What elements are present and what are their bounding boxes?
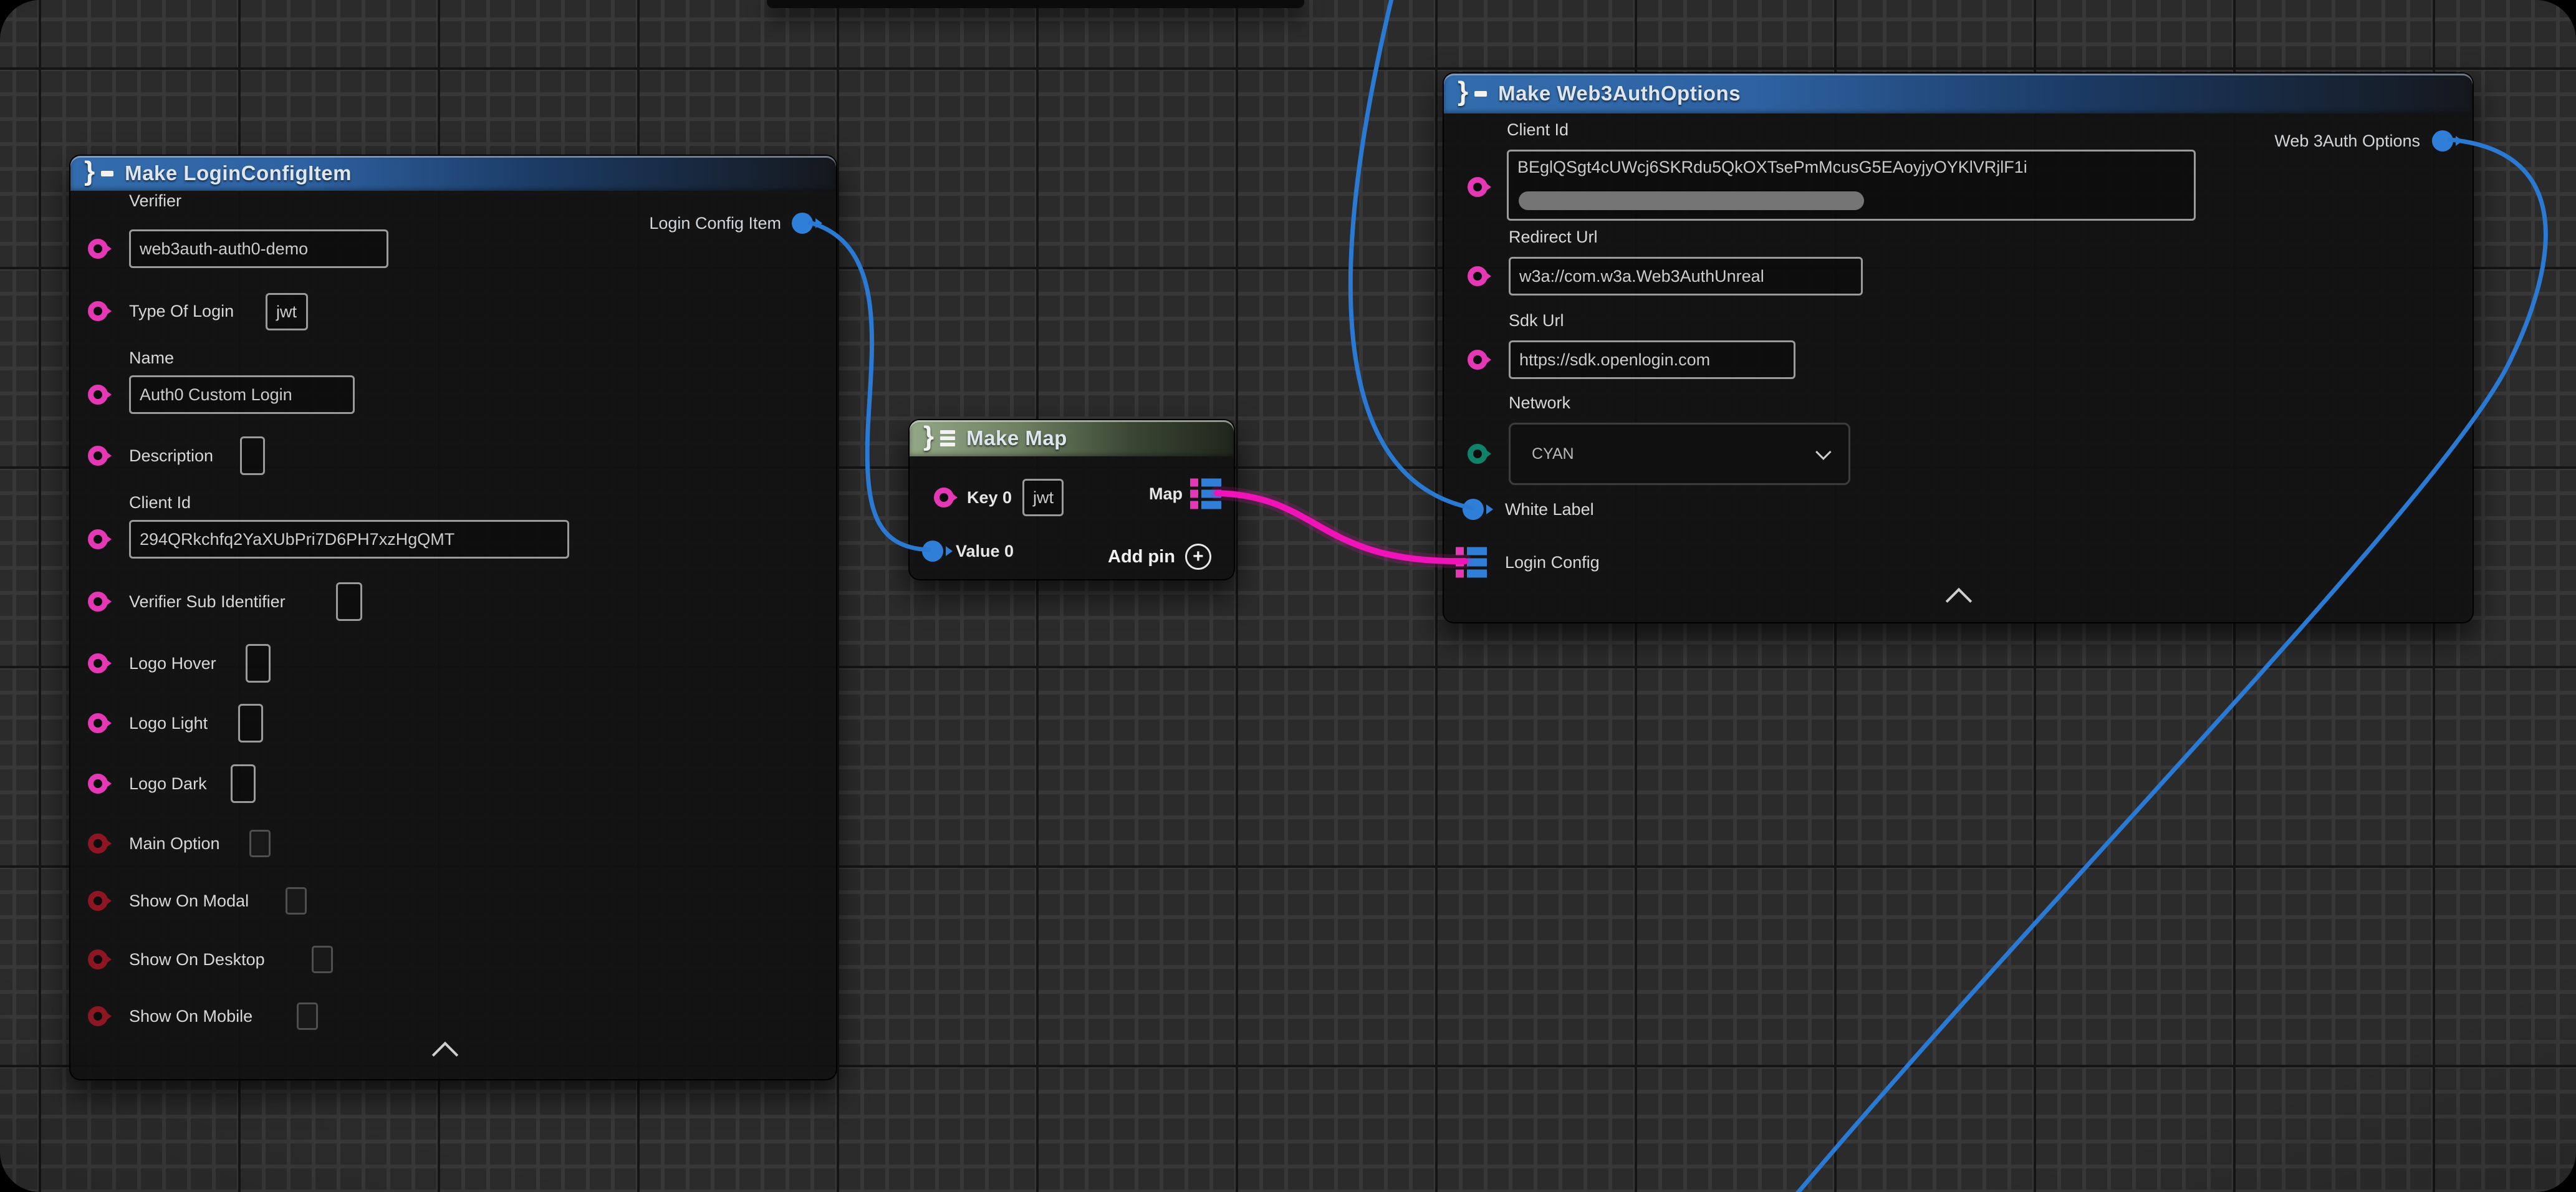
node-header[interactable]: } Make Map — [910, 420, 1234, 456]
name-input[interactable]: Auth0 Custom Login — [129, 375, 355, 414]
bool-pin[interactable] — [88, 891, 108, 911]
pin-label: Client Id — [129, 491, 191, 514]
output-pin-label: Web 3Auth Options — [2274, 130, 2420, 152]
map-output-pin[interactable] — [1190, 479, 1221, 509]
description-input[interactable] — [240, 436, 265, 475]
show-on-desktop-checkbox[interactable] — [312, 946, 333, 973]
node-title: Make Web3AuthOptions — [1498, 82, 1741, 105]
string-pin[interactable] — [88, 239, 108, 259]
offscreen-node-edge — [767, 0, 1304, 8]
network-dropdown[interactable]: CYAN — [1509, 423, 1850, 485]
make-struct-icon — [101, 171, 113, 176]
collapse-node-chevron-icon[interactable] — [432, 1042, 458, 1068]
verifier-input[interactable]: web3auth-auth0-demo — [129, 229, 388, 268]
string-pin[interactable] — [88, 385, 108, 405]
key-0-input[interactable]: jwt — [1022, 479, 1064, 516]
string-pin[interactable] — [1468, 177, 1487, 197]
pin-label: Logo Light — [129, 712, 208, 734]
value-0-pin[interactable] — [922, 541, 943, 562]
wire-map-to-loginconfig[interactable] — [1217, 493, 1465, 561]
node-make-web3authoptions[interactable]: } Make Web3AuthOptions Web 3Auth Options… — [1443, 72, 2474, 623]
string-pin[interactable] — [88, 301, 108, 321]
client-id-input[interactable]: BEglQSgt4cUWcj6SKRdu5QkOXTsePmMcusG5EAoy… — [1507, 150, 2196, 221]
show-on-modal-checkbox[interactable] — [286, 887, 307, 915]
output-pin-label: Map — [1149, 483, 1183, 505]
login-config-item-output-pin[interactable] — [792, 213, 813, 234]
bool-pin[interactable] — [88, 1006, 108, 1026]
pin-label: Name — [129, 347, 174, 369]
string-pin[interactable] — [934, 488, 954, 507]
enum-pin[interactable] — [1468, 444, 1487, 464]
pin-label: Redirect Url — [1509, 226, 1598, 248]
make-map-icon — [940, 430, 955, 446]
type-of-login-input[interactable]: jwt — [266, 293, 308, 330]
string-pin[interactable] — [88, 592, 108, 612]
collapse-node-chevron-icon[interactable] — [1946, 588, 1972, 614]
pin-label: Network — [1509, 392, 1570, 414]
main-option-checkbox[interactable] — [249, 830, 271, 857]
make-struct-icon: } — [1458, 78, 1468, 105]
web3auth-options-output-pin[interactable] — [2432, 130, 2453, 151]
wire-map-to-loginconfig-glow — [1217, 493, 1465, 561]
pin-label: Logo Dark — [129, 772, 207, 795]
blueprint-graph-canvas[interactable]: } Make LoginConfigItem Login Config Item… — [0, 0, 2576, 1192]
string-pin[interactable] — [88, 653, 108, 673]
pin-label: White Label — [1505, 498, 1594, 521]
string-pin[interactable] — [1468, 350, 1487, 370]
output-pin-label: Login Config Item — [649, 212, 781, 234]
pin-label: Show On Modal — [129, 890, 249, 912]
pin-label: Main Option — [129, 832, 220, 855]
show-on-mobile-checkbox[interactable] — [297, 1002, 318, 1030]
node-title: Make LoginConfigItem — [125, 161, 352, 185]
redirect-url-input[interactable]: w3a://com.w3a.Web3AuthUnreal — [1509, 257, 1863, 296]
string-pin[interactable] — [88, 774, 108, 794]
node-make-map[interactable]: } Make Map Key 0 jwt Map Value 0 Add pin… — [908, 419, 1235, 580]
sdk-url-input[interactable]: https://sdk.openlogin.com — [1509, 340, 1795, 379]
node-make-loginconfigitem[interactable]: } Make LoginConfigItem Login Config Item… — [69, 155, 837, 1080]
add-pin-label: Add pin — [1108, 547, 1175, 567]
white-label-pin[interactable] — [1463, 499, 1484, 520]
horizontal-scrollbar[interactable] — [1519, 191, 1864, 210]
logo-dark-input[interactable] — [231, 764, 256, 803]
string-pin[interactable] — [1468, 266, 1487, 286]
pin-label: Verifier Sub Identifier — [129, 590, 286, 613]
pin-label: Value 0 — [956, 540, 1014, 562]
pin-label: Show On Desktop — [129, 948, 265, 971]
logo-light-input[interactable] — [238, 704, 263, 743]
pin-label: Show On Mobile — [129, 1005, 252, 1027]
plus-circle-icon: + — [1185, 544, 1211, 570]
pin-label: Sdk Url — [1509, 309, 1564, 332]
node-header[interactable]: } Make Web3AuthOptions — [1444, 74, 2473, 113]
string-pin[interactable] — [88, 713, 108, 733]
make-struct-icon — [1474, 91, 1487, 97]
add-pin-button[interactable]: Add pin + — [1108, 544, 1211, 570]
logo-hover-input[interactable] — [246, 644, 271, 683]
login-config-map-pin[interactable] — [1456, 547, 1487, 578]
pin-label: Description — [129, 445, 213, 467]
pin-label: Logo Hover — [129, 652, 216, 675]
bool-pin[interactable] — [88, 834, 108, 853]
node-title: Make Map — [966, 426, 1067, 450]
node-header[interactable]: } Make LoginConfigItem — [70, 156, 836, 191]
verifier-sub-identifier-input[interactable] — [336, 582, 362, 621]
client-id-input[interactable]: 294QRkchfq2YaXUbPri7D6PH7xzHgQMT — [129, 520, 569, 559]
client-id-value: BEglQSgt4cUWcj6SKRdu5QkOXTsePmMcusG5EAoy… — [1517, 158, 2190, 177]
network-selected-value: CYAN — [1532, 445, 1574, 463]
pin-label: Client Id — [1507, 118, 1569, 141]
bool-pin[interactable] — [88, 949, 108, 969]
blueprint-editor: } Make LoginConfigItem Login Config Item… — [0, 0, 2576, 1192]
chevron-down-icon — [1815, 444, 1831, 459]
string-pin[interactable] — [88, 529, 108, 549]
pin-label: Type Of Login — [129, 300, 234, 322]
pin-label: Verifier — [129, 190, 181, 212]
string-pin[interactable] — [88, 446, 108, 466]
pin-label: Key 0 — [967, 486, 1012, 509]
make-struct-icon: } — [84, 158, 95, 185]
pin-label: Login Config — [1505, 551, 1600, 574]
make-map-icon: } — [923, 423, 934, 450]
